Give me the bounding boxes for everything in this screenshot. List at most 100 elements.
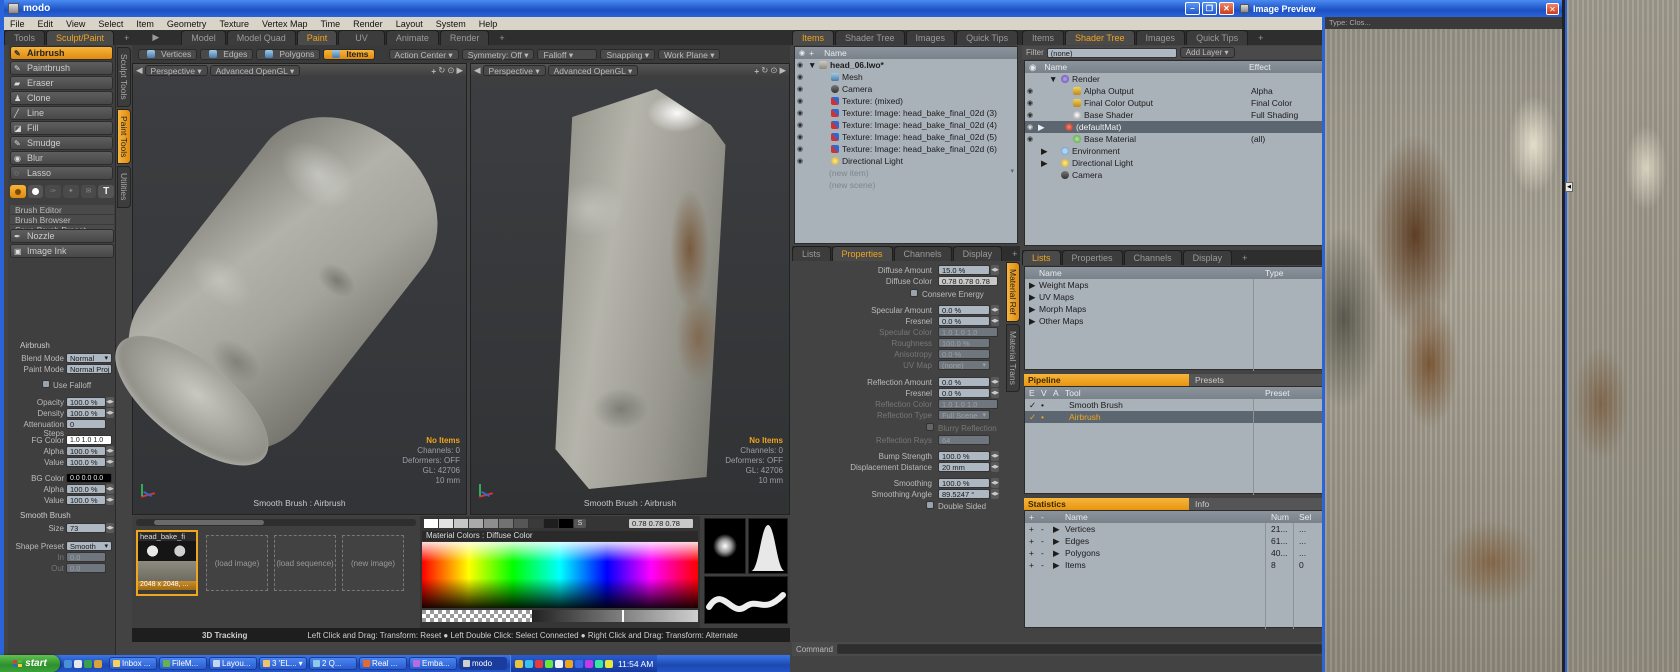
shader-row-environment[interactable]: ▶Environment <box>1025 145 1323 157</box>
use-falloff-checkbox[interactable] <box>42 380 50 388</box>
gray-swatches[interactable]: S <box>424 519 586 528</box>
menu-view[interactable]: View <box>66 19 85 29</box>
stats-row-polygons[interactable]: +-▶Polygons40...... <box>1025 547 1323 559</box>
value-slider-handle[interactable] <box>622 610 624 622</box>
tab-add[interactable]: + <box>115 31 138 45</box>
bg-value-field[interactable]: 100.0 % <box>66 495 106 505</box>
pipeline-row-smooth-brush[interactable]: ✓•Smooth Brush <box>1025 399 1323 411</box>
viewport-view-select[interactable]: Perspective ▾ <box>483 65 546 76</box>
load-sequence-placeholder[interactable]: (load sequence) <box>274 535 336 591</box>
rotate-icon[interactable]: ↻ <box>761 65 768 76</box>
stats-row-vertices[interactable]: +-▶Vertices21...... <box>1025 523 1323 535</box>
viewport-collapse-icon[interactable]: ◀ <box>136 65 143 76</box>
tab-shader-tree[interactable]: Shader Tree <box>835 30 905 45</box>
brush-tip-preset[interactable]: ✦ <box>63 185 79 198</box>
tool-clone[interactable]: ♟Clone <box>10 91 113 105</box>
specular-fresnel-field[interactable]: 0.0 % <box>938 316 990 326</box>
menu-edit[interactable]: Edit <box>38 19 54 29</box>
item-row-mesh[interactable]: ◉Mesh <box>795 71 1017 83</box>
vtab-paint-tools[interactable]: Paint Tools <box>117 109 131 164</box>
command-input[interactable] <box>837 644 1322 654</box>
shape-preset-select[interactable]: Smooth <box>66 541 112 551</box>
smoothing-angle-field[interactable]: 89.5247 ° <box>938 489 990 499</box>
shader-row-base-material[interactable]: ◉Base Material(all) <box>1025 133 1323 145</box>
reflection-amount-field[interactable]: 0.0 % <box>938 377 990 387</box>
shader-row-base-shader[interactable]: ◉Base ShaderFull Shading <box>1025 109 1323 121</box>
background-texture-window[interactable]: ◀ <box>1565 0 1680 672</box>
menu-help[interactable]: Help <box>479 19 498 29</box>
shader-row-camera[interactable]: Camera <box>1025 169 1323 181</box>
image-preview-titlebar[interactable]: Image Preview ✕ <box>1237 0 1562 17</box>
fg-value-field[interactable]: 100.0 % <box>66 457 106 467</box>
item-row-texture-6[interactable]: ◉Texture: Image: head_bake_final_02d (6) <box>795 143 1017 155</box>
tab-tools[interactable]: Tools <box>4 30 45 45</box>
zoom-icon[interactable]: ⊙ <box>447 65 454 76</box>
items-mode-button[interactable]: Items <box>323 49 374 60</box>
tray-icon[interactable] <box>545 660 553 668</box>
tab-quick-tips[interactable]: Quick Tips <box>956 30 1018 45</box>
vtab-utilities[interactable]: Utilities <box>117 166 131 207</box>
tray-icon[interactable] <box>525 660 533 668</box>
edges-mode-button[interactable]: Edges <box>200 49 253 60</box>
taskbar-button-inbox[interactable]: Inbox ... <box>109 657 157 670</box>
menu-texture[interactable]: Texture <box>219 19 249 29</box>
preview-type-bar[interactable]: Type: Clos... <box>1325 17 1562 29</box>
taskbar-button-layout[interactable]: Layou... <box>209 657 257 670</box>
load-image-placeholder[interactable]: (load image) <box>206 535 268 591</box>
viewport-menu-icon[interactable]: ▶ <box>779 65 786 76</box>
size-field[interactable]: 73 <box>66 523 106 533</box>
item-row-new-item[interactable]: (new item) <box>795 167 1017 179</box>
brush-tip-soft[interactable] <box>10 185 26 198</box>
zoom-icon[interactable]: ⊙ <box>770 65 777 76</box>
snapping-dropdown[interactable]: Snapping ▾ <box>600 49 655 60</box>
blend-mode-select[interactable]: Normal <box>66 353 112 363</box>
item-row-texture-5[interactable]: ◉Texture: Image: head_bake_final_02d (5) <box>795 131 1017 143</box>
stats-row-items[interactable]: +-▶Items80 <box>1025 559 1323 571</box>
quicklaunch-icon-2[interactable] <box>74 660 82 668</box>
double-sided-checkbox[interactable] <box>926 501 934 509</box>
fg-alpha-field[interactable]: 100.0 % <box>66 446 106 456</box>
stone-mesh[interactable] <box>526 89 736 489</box>
tab-model[interactable]: Model <box>181 30 226 45</box>
viewport-collapse-icon[interactable]: ◀ <box>474 65 481 76</box>
list-row-morph-maps[interactable]: ▶Morph Maps <box>1025 303 1323 315</box>
pan-icon[interactable]: + <box>431 66 436 76</box>
tab-display[interactable]: Display <box>1183 250 1233 265</box>
quicklaunch-icon-4[interactable] <box>94 660 102 668</box>
clip-thumbnail[interactable]: head_bake_fi 2048 x 2048, ... <box>136 530 198 596</box>
tab-items[interactable]: Items <box>1022 30 1064 45</box>
item-row-directional-light[interactable]: ◉Directional Light <box>795 155 1017 167</box>
specular-amount-field[interactable]: 0.0 % <box>938 305 990 315</box>
tab-channels[interactable]: Channels <box>894 246 952 261</box>
close-button[interactable]: ✕ <box>1219 2 1234 15</box>
brush-tip-stamp[interactable]: ✉ <box>81 185 97 198</box>
tab-lists[interactable]: Lists <box>792 246 831 261</box>
pipeline-header[interactable]: PipelinePresets <box>1024 374 1324 386</box>
tab-animate[interactable]: Animate <box>386 30 439 45</box>
preview-close-button[interactable]: ✕ <box>1546 3 1559 15</box>
item-row-camera[interactable]: ◉Camera <box>795 83 1017 95</box>
tab-add[interactable]: + <box>1249 31 1272 45</box>
polygons-mode-button[interactable]: Polygons <box>256 49 320 60</box>
menu-render[interactable]: Render <box>353 19 383 29</box>
tab-images[interactable]: Images <box>1136 30 1186 45</box>
tool-paintbrush[interactable]: ✎Paintbrush <box>10 61 113 75</box>
viewport-right[interactable]: ◀ Perspective ▾ Advanced OpenGL ▾ + ↻ ⊙ … <box>470 63 790 515</box>
tool-fill[interactable]: ◪Fill <box>10 121 113 135</box>
pipeline-row-airbrush[interactable]: ✓•Airbrush <box>1025 411 1323 423</box>
taskbar-button-realplayer[interactable]: Real ... <box>359 657 407 670</box>
item-row-texture-mixed[interactable]: ◉Texture: (mixed) <box>795 95 1017 107</box>
opacity-field[interactable]: 100.0 % <box>66 397 106 407</box>
taskbar-button-group[interactable]: 3 'EL... ▾ <box>259 657 307 670</box>
tray-icon[interactable] <box>535 660 543 668</box>
viewport-shading-select[interactable]: Advanced OpenGL ▾ <box>548 65 639 76</box>
work-plane-dropdown[interactable]: Work Plane ▾ <box>658 49 720 60</box>
tray-icon[interactable] <box>585 660 593 668</box>
menu-select[interactable]: Select <box>98 19 123 29</box>
preview-edge-button[interactable]: ◀ <box>1565 182 1573 192</box>
tab-properties[interactable]: Properties <box>832 246 893 261</box>
diffuse-amount-field[interactable]: 15.0 % <box>938 265 990 275</box>
tool-eraser[interactable]: ▰Eraser <box>10 76 113 90</box>
item-row-scene[interactable]: ◉▼head_06.lwo* <box>795 59 1017 71</box>
menu-time[interactable]: Time <box>320 19 340 29</box>
